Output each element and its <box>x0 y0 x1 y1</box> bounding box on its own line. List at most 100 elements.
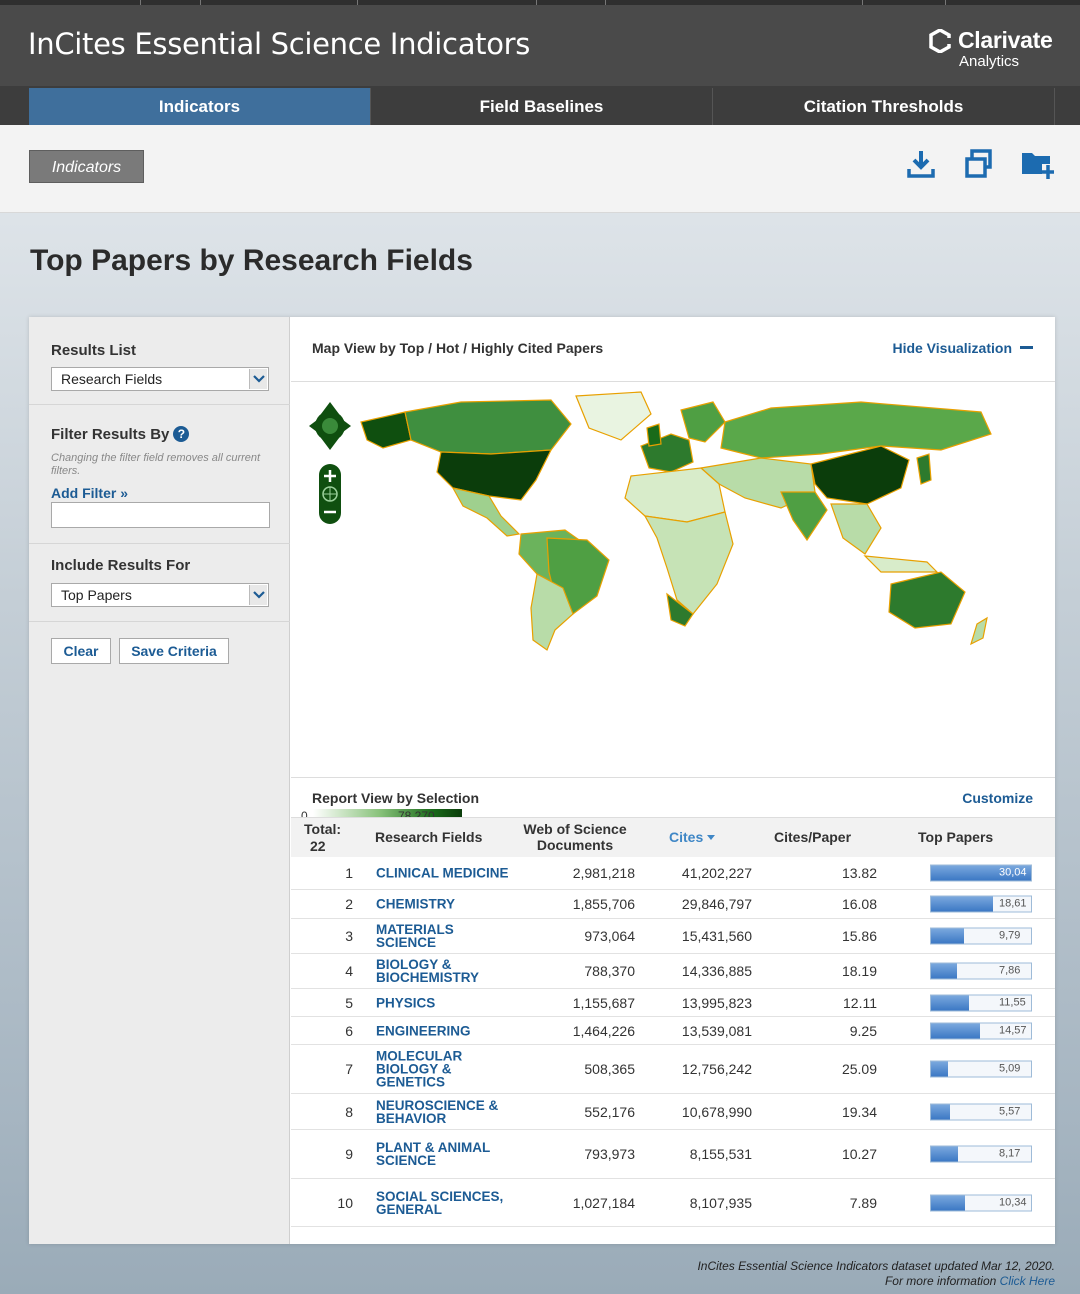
rank-cell: 3 <box>345 928 353 944</box>
field-link[interactable]: Molecular Biology & Genetics <box>376 1049 511 1089</box>
rank-cell: 4 <box>345 963 353 979</box>
documents-cell: 793,973 <box>584 1146 635 1162</box>
save-to-folder-icon[interactable] <box>1020 147 1054 181</box>
cites-per-paper-cell: 10.27 <box>841 1146 877 1162</box>
field-link[interactable]: Engineering <box>376 1024 511 1038</box>
breadcrumb[interactable]: Indicators <box>29 150 144 183</box>
top-papers-bar[interactable]: 7,86 <box>930 962 1032 980</box>
top-papers-value: 14,57 <box>999 1024 1027 1036</box>
top-papers-bar[interactable]: 30,04 <box>930 864 1032 882</box>
include-label: Include Results For <box>51 557 191 574</box>
add-filter-link[interactable]: Add Filter » <box>51 485 128 501</box>
top-papers-bar-fill <box>931 963 958 979</box>
results-list-select[interactable]: Research Fields <box>51 367 269 391</box>
rank-cell: 2 <box>345 896 353 912</box>
field-link[interactable]: Chemistry <box>376 897 511 911</box>
col-cites[interactable]: Cites <box>669 829 716 845</box>
top-papers-bar[interactable]: 5,09 <box>930 1060 1032 1078</box>
cites-per-paper-cell: 7.89 <box>849 1194 877 1211</box>
top-papers-value: 30,04 <box>999 866 1027 879</box>
clarivate-logo[interactable]: Clarivate Analytics <box>928 25 1053 71</box>
download-icon[interactable] <box>904 147 938 181</box>
top-papers-value: 18,61 <box>999 897 1027 910</box>
print-icon[interactable] <box>962 147 996 181</box>
results-list-value: Research Fields <box>61 371 163 387</box>
include-section: Include Results For Top Papers <box>29 543 290 622</box>
save-criteria-button[interactable]: Save Criteria <box>119 638 229 664</box>
total-label: Total: <box>304 821 342 837</box>
field-link[interactable]: Clinical Medicine <box>376 866 511 880</box>
documents-cell: 1,155,687 <box>572 994 635 1011</box>
cites-cell: 8,155,531 <box>689 1146 752 1162</box>
chevron-down-icon <box>249 585 267 605</box>
col-cites-label: Cites <box>669 829 704 845</box>
brand-name: Clarivate <box>958 27 1053 53</box>
table-row: 9 Plant & Animal Science 793,973 8,155,531 1… <box>291 1130 1055 1179</box>
map-countries[interactable] <box>341 388 1011 658</box>
top-papers-value: 11,55 <box>999 996 1026 1008</box>
top-papers-bar[interactable]: 14,57 <box>930 1022 1032 1039</box>
top-papers-value: 8,17 <box>999 1147 1021 1160</box>
cites-per-paper-cell: 12.11 <box>843 994 877 1011</box>
top-papers-bar-fill <box>931 896 993 912</box>
cites-per-paper-cell: 18.19 <box>841 963 877 979</box>
col-cites-per-paper[interactable]: Cites/Paper <box>774 829 851 845</box>
footer-updated: InCites Essential Science Indicators dat… <box>697 1259 1055 1273</box>
cites-per-paper-cell: 15.86 <box>841 928 877 944</box>
top-papers-bar[interactable]: 18,61 <box>930 895 1032 913</box>
col-top-papers[interactable]: Top Papers <box>918 829 993 845</box>
cites-per-paper-cell: 25.09 <box>841 1061 877 1077</box>
hide-visualization-link[interactable]: Hide Visualization <box>892 340 1033 356</box>
col-research-fields[interactable]: Research Fields <box>375 829 482 845</box>
top-papers-bar-fill <box>931 1104 950 1119</box>
toolbar: Indicators <box>0 125 1080 213</box>
field-link[interactable]: Biology & Biochemistry <box>376 958 511 985</box>
documents-cell: 1,464,226 <box>572 1022 635 1039</box>
help-icon[interactable]: ? <box>173 426 190 442</box>
brand-sub: Analytics <box>959 53 1020 70</box>
chevron-down-icon <box>249 369 267 389</box>
top-papers-bar[interactable]: 11,55 <box>930 994 1032 1011</box>
filter-label: Filter Results By? <box>51 426 190 443</box>
documents-cell: 1,855,706 <box>572 896 635 912</box>
field-link[interactable]: Physics <box>376 996 511 1010</box>
top-papers-bar[interactable]: 10,34 <box>930 1194 1032 1211</box>
map-title: Map View by Top / Hot / Highly Cited Pap… <box>312 340 604 356</box>
page-title: Top Papers by Research Fields <box>30 244 473 277</box>
tab-citation-thresholds[interactable]: Citation Thresholds <box>713 88 1055 125</box>
field-link[interactable]: Plant & Animal Science <box>376 1141 511 1168</box>
field-link[interactable]: Neuroscience & Behavior <box>376 1098 511 1125</box>
field-link[interactable]: Social Sciences, General <box>376 1189 511 1216</box>
cites-per-paper-cell: 9.25 <box>849 1022 877 1039</box>
tab-indicators[interactable]: Indicators <box>29 88 371 125</box>
table-row: 2 Chemistry 1,855,706 29,846,797 16.08 18,61 <box>291 890 1055 919</box>
include-select[interactable]: Top Papers <box>51 583 269 607</box>
report-title: Report View by Selection <box>312 790 480 806</box>
cites-per-paper-cell: 13.82 <box>841 865 877 881</box>
col-wos-documents[interactable]: Web of Science Documents <box>515 821 635 853</box>
top-papers-bar-fill <box>931 1195 966 1210</box>
table-row: 4 Biology & Biochemistry 788,370 14,336,885… <box>291 954 1055 989</box>
field-link[interactable]: Materials Science <box>376 923 511 950</box>
content-area: Map View by Top / Hot / Highly Cited Pap… <box>291 317 1055 1244</box>
top-papers-bar[interactable]: 5,57 <box>930 1103 1032 1120</box>
table-row: 7 Molecular Biology & Genetics 508,365 12,7… <box>291 1045 1055 1094</box>
tab-field-baselines[interactable]: Field Baselines <box>371 88 713 125</box>
results-list-section: Results List Research Fields <box>29 317 290 405</box>
top-papers-bar[interactable]: 9,79 <box>930 927 1032 945</box>
customize-link[interactable]: Customize <box>962 790 1033 806</box>
table-row: 1 Clinical Medicine 2,981,218 41,202,227 13.… <box>291 857 1055 890</box>
world-map[interactable]: 0 78,270 <box>291 381 1055 831</box>
top-papers-value: 5,09 <box>999 1062 1021 1075</box>
table-row: 3 Materials Science 973,064 15,431,560 15.86… <box>291 919 1055 954</box>
filter-input[interactable] <box>51 502 270 528</box>
clear-button[interactable]: Clear <box>51 638 111 664</box>
cites-per-paper-cell: 16.08 <box>841 896 877 912</box>
top-papers-bar[interactable]: 8,17 <box>930 1145 1032 1163</box>
documents-cell: 788,370 <box>584 963 635 979</box>
click-here-link[interactable]: Click Here <box>1000 1274 1055 1288</box>
app-title: InCites Essential Science Indicators <box>28 27 531 61</box>
include-value: Top Papers <box>61 587 132 603</box>
sidebar: Results List Research Fields Filter Resu… <box>29 317 290 1244</box>
cites-cell: 15,431,560 <box>681 928 752 944</box>
